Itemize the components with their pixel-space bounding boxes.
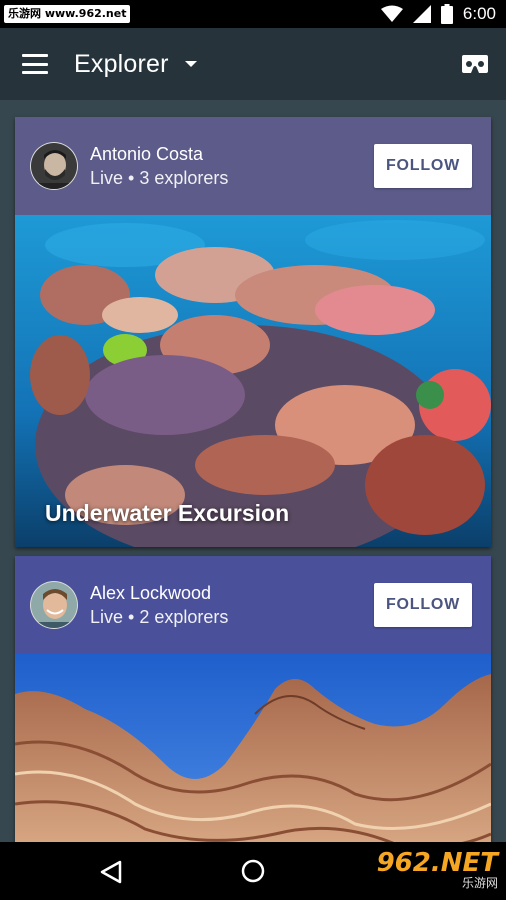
watermark-badge: 乐游网 www.962.net xyxy=(4,5,131,23)
app-title[interactable]: Explorer xyxy=(74,50,169,79)
user-name[interactable]: Alex Lockwood xyxy=(90,581,374,605)
sandstone-landscape-image[interactable] xyxy=(15,654,491,842)
home-icon[interactable] xyxy=(241,859,265,883)
explorer-card[interactable]: Antonio Costa Live • 3 explorers FOLLOW xyxy=(15,117,491,547)
status-icons: 6:00 xyxy=(380,4,496,24)
vr-headset-icon[interactable] xyxy=(462,55,488,73)
explorer-feed[interactable]: Antonio Costa Live • 3 explorers FOLLOW xyxy=(0,100,506,842)
status-time: 6:00 xyxy=(462,4,496,23)
user-info: Antonio Costa Live • 3 explorers xyxy=(90,142,374,190)
follow-button[interactable]: FOLLOW xyxy=(374,144,472,188)
card-header: Alex Lockwood Live • 2 explorers FOLLOW xyxy=(15,556,491,654)
wifi-icon xyxy=(380,5,403,22)
card-header: Antonio Costa Live • 3 explorers FOLLOW xyxy=(15,117,491,215)
dropdown-arrow-icon[interactable] xyxy=(184,61,197,67)
logo-sub-text: 乐游网 xyxy=(461,876,498,890)
site-logo-watermark: 962.NET 乐游网 xyxy=(366,850,498,894)
live-status: Live • 2 explorers xyxy=(90,607,229,627)
app-bar: Explorer xyxy=(0,28,506,100)
coral-reef-image[interactable]: Underwater Excursion xyxy=(15,215,491,547)
user-info: Alex Lockwood Live • 2 explorers xyxy=(90,581,374,629)
user-name[interactable]: Antonio Costa xyxy=(90,142,374,166)
back-icon[interactable] xyxy=(100,860,122,884)
follow-button[interactable]: FOLLOW xyxy=(374,583,472,627)
explorer-card[interactable]: Alex Lockwood Live • 2 explorers FOLLOW xyxy=(15,556,491,842)
navigation-bar: 962.NET 乐游网 xyxy=(0,842,506,900)
logo-main-text: 962.NET xyxy=(376,848,498,878)
menu-icon[interactable] xyxy=(22,54,48,74)
avatar[interactable] xyxy=(30,581,78,629)
avatar[interactable] xyxy=(30,142,78,190)
card-caption: Underwater Excursion xyxy=(45,500,290,526)
battery-icon xyxy=(440,4,453,24)
status-bar: 乐游网 www.962.net 6:00 xyxy=(0,0,506,28)
live-status: Live • 3 explorers xyxy=(90,168,229,188)
signal-icon xyxy=(412,5,431,23)
